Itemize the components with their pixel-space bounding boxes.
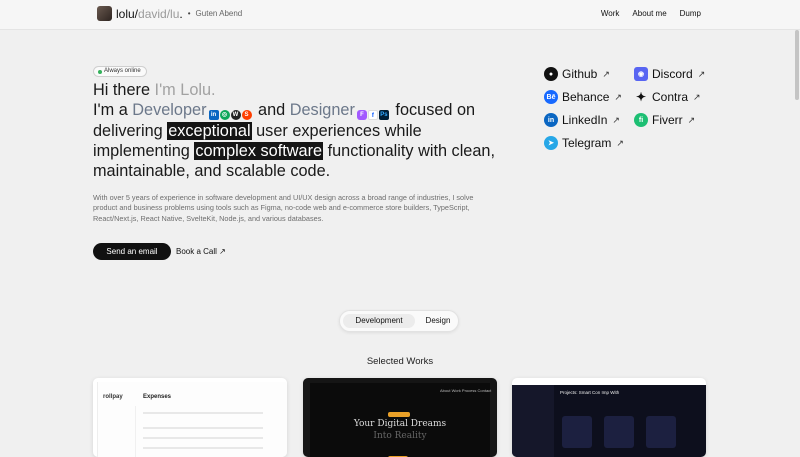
social-label: Fiverr [652, 113, 683, 127]
webflow-icon: W [230, 110, 241, 121]
social-linkedin[interactable]: in LinkedIn ↗ [544, 113, 620, 127]
hero-im-a: I'm a [93, 101, 133, 120]
graphql-icon: ◎ [219, 110, 230, 121]
site-logo[interactable]: lolu/david/lu. • Guten Abend [97, 6, 242, 21]
card-preview-tile [604, 416, 634, 448]
card-preview-tile [562, 416, 592, 448]
figma-icon: F [356, 110, 367, 121]
online-dot-icon [98, 70, 102, 74]
status-badge: Always online [93, 66, 147, 77]
card-preview-tile [646, 416, 676, 448]
telegram-icon: ➤ [544, 136, 558, 150]
social-fiverr[interactable]: fi Fiverr ↗ [634, 113, 695, 127]
hero-paragraph: With over 5 years of experience in softw… [93, 193, 474, 223]
linkedin-icon: in [208, 110, 219, 121]
highlight-exceptional: exceptional [167, 121, 252, 140]
linkedin-icon: in [544, 113, 558, 127]
arrow-up-right-icon: ↗ [612, 114, 620, 125]
nav-about[interactable]: About me [632, 9, 666, 18]
tab-development[interactable]: Development [343, 314, 415, 328]
social-discord[interactable]: ◉ Discord ↗ [634, 67, 705, 81]
card-preview: rollpay Expenses [97, 382, 287, 457]
social-label: LinkedIn [562, 113, 608, 127]
card-preview-pill [388, 412, 410, 417]
hero-headline: Hi there I'm Lolu. I'm a Developer in ◎ W S … [93, 80, 513, 181]
card-preview-subtitle: Into Reality [373, 431, 427, 441]
arrow-up-right-icon: ↗ [693, 91, 701, 102]
selected-works-title: Selected Works [366, 356, 434, 367]
designer-tools: Ff Ps [356, 110, 389, 121]
card-preview-title: Projects: Smart Con Imp With [560, 390, 620, 395]
card-preview: Projects: Smart Con Imp With [512, 385, 706, 457]
social-telegram[interactable]: ➤ Telegram ↗ [544, 136, 624, 150]
logo-primary: lolu/ [116, 6, 139, 21]
designer-word: Designer [289, 101, 355, 120]
avatar [97, 6, 112, 21]
card-preview: About Work Process Contact Your Digital … [310, 383, 492, 457]
highlight-complex: complex software [194, 141, 324, 160]
arrow-up-right-icon: ↗ [687, 114, 696, 125]
hero-intro-a: Hi there [93, 81, 155, 99]
card-preview-line [143, 437, 263, 439]
framer-icon: f [367, 110, 378, 121]
page-scrollbar[interactable] [795, 30, 799, 100]
card-preview-title: Your Digital Dreams [353, 419, 447, 429]
card-preview-sidebar [98, 406, 136, 457]
tab-design[interactable]: Design [420, 314, 456, 328]
social-label: Behance [562, 90, 610, 104]
work-card-projects[interactable]: Projects: Smart Con Imp With [512, 378, 706, 457]
header-separator: • [187, 9, 191, 18]
developer-tools: in ◎ W S [208, 110, 252, 121]
arrow-up-right-icon: ↗ [614, 91, 622, 102]
main-nav: Work About me Dump [601, 9, 701, 18]
hero-and: and [253, 101, 290, 120]
social-label: Telegram [562, 136, 612, 150]
status-badge-label: Always online [104, 68, 141, 74]
behance-icon: Bē [544, 90, 558, 104]
card-preview-line [143, 427, 263, 429]
social-label: Discord [652, 67, 693, 81]
nav-dump[interactable]: Dump [680, 9, 701, 18]
send-email-button[interactable]: Send an email [93, 243, 171, 260]
discord-icon: ◉ [634, 67, 648, 81]
social-behance[interactable]: Bē Behance ↗ [544, 90, 622, 104]
work-card-digital-dreams[interactable]: About Work Process Contact Your Digital … [303, 378, 497, 457]
card-preview-title: Expenses [143, 394, 172, 400]
site-header: lolu/david/lu. • Guten Abend Work About … [0, 0, 800, 30]
hero-intro-name: I'm Lolu. [154, 81, 216, 99]
social-contra[interactable]: ✦ Contra ↗ [634, 90, 701, 104]
greeting-text: Guten Abend [195, 9, 243, 18]
logo-dot: . [179, 6, 183, 21]
arrow-up-right-icon: ↗ [616, 137, 624, 148]
social-github[interactable]: ● Github ↗ [544, 67, 610, 81]
work-card-rollpay[interactable]: rollpay Expenses [93, 378, 287, 457]
card-preview-line [143, 412, 263, 414]
github-icon: ● [544, 67, 558, 81]
developer-word: Developer [132, 101, 207, 120]
fiverr-icon: fi [634, 113, 648, 127]
rollpay-logo: rollpay [103, 394, 123, 400]
hero-intro: Hi there I'm Lolu. [93, 80, 513, 100]
work-category-toggle: Development Design [339, 310, 459, 332]
svelte-icon: S [241, 110, 252, 121]
card-preview-line [143, 447, 263, 449]
social-label: Contra [652, 90, 689, 104]
contra-icon: ✦ [635, 90, 647, 104]
book-call-link[interactable]: Book a Call ↗ [176, 247, 226, 256]
arrow-up-right-icon: ↗ [697, 68, 706, 79]
logo-muted: david/lu [138, 6, 180, 21]
card-preview-sidebar [512, 385, 554, 457]
photoshop-icon: Ps [378, 110, 389, 121]
card-preview-nav: About Work Process Contact [440, 388, 492, 393]
hero-statement: I'm a Developer in ◎ W S and Designer Ff Ps fo… [93, 100, 513, 181]
nav-work[interactable]: Work [601, 9, 620, 18]
social-label: Github [562, 67, 598, 81]
arrow-up-right-icon: ↗ [602, 68, 610, 79]
